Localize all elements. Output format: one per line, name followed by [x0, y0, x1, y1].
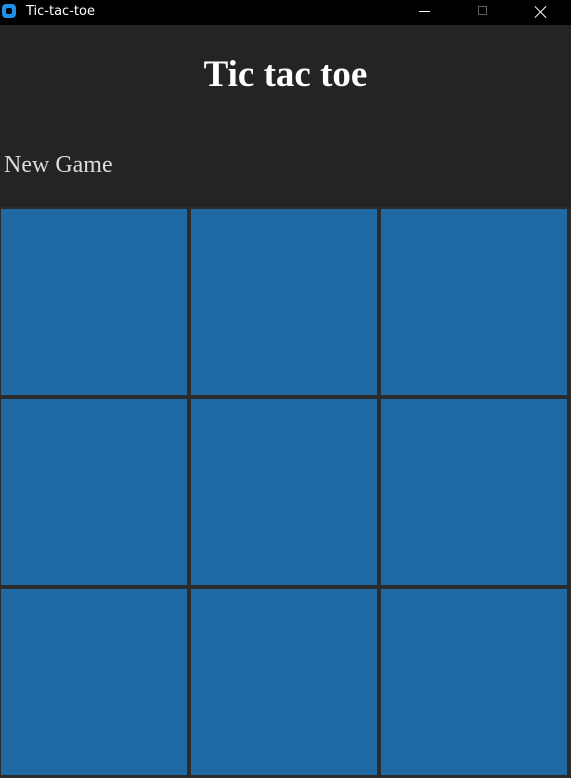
board-cell[interactable] [381, 589, 567, 775]
maximize-button[interactable] [460, 0, 506, 25]
window-title: Tic-tac-toe [26, 4, 95, 19]
board-cell[interactable] [381, 399, 567, 585]
board-cell[interactable] [1, 589, 187, 775]
close-icon [534, 5, 548, 19]
board-cell[interactable] [191, 589, 377, 775]
board-cell[interactable] [191, 209, 377, 395]
minimize-button[interactable] [402, 0, 448, 25]
board-cell[interactable] [1, 209, 187, 395]
window-titlebar[interactable]: Tic-tac-toe [0, 0, 571, 25]
board-cell[interactable] [1, 399, 187, 585]
board-cell[interactable] [191, 399, 377, 585]
close-button[interactable] [518, 0, 564, 25]
board-cell[interactable] [381, 209, 567, 395]
page-title: Tic tac toe [203, 54, 368, 95]
app-icon [2, 4, 16, 18]
new-game-button[interactable]: New Game [4, 150, 113, 180]
maximize-icon [478, 6, 487, 15]
minimize-icon [419, 11, 430, 12]
game-board [0, 207, 571, 778]
